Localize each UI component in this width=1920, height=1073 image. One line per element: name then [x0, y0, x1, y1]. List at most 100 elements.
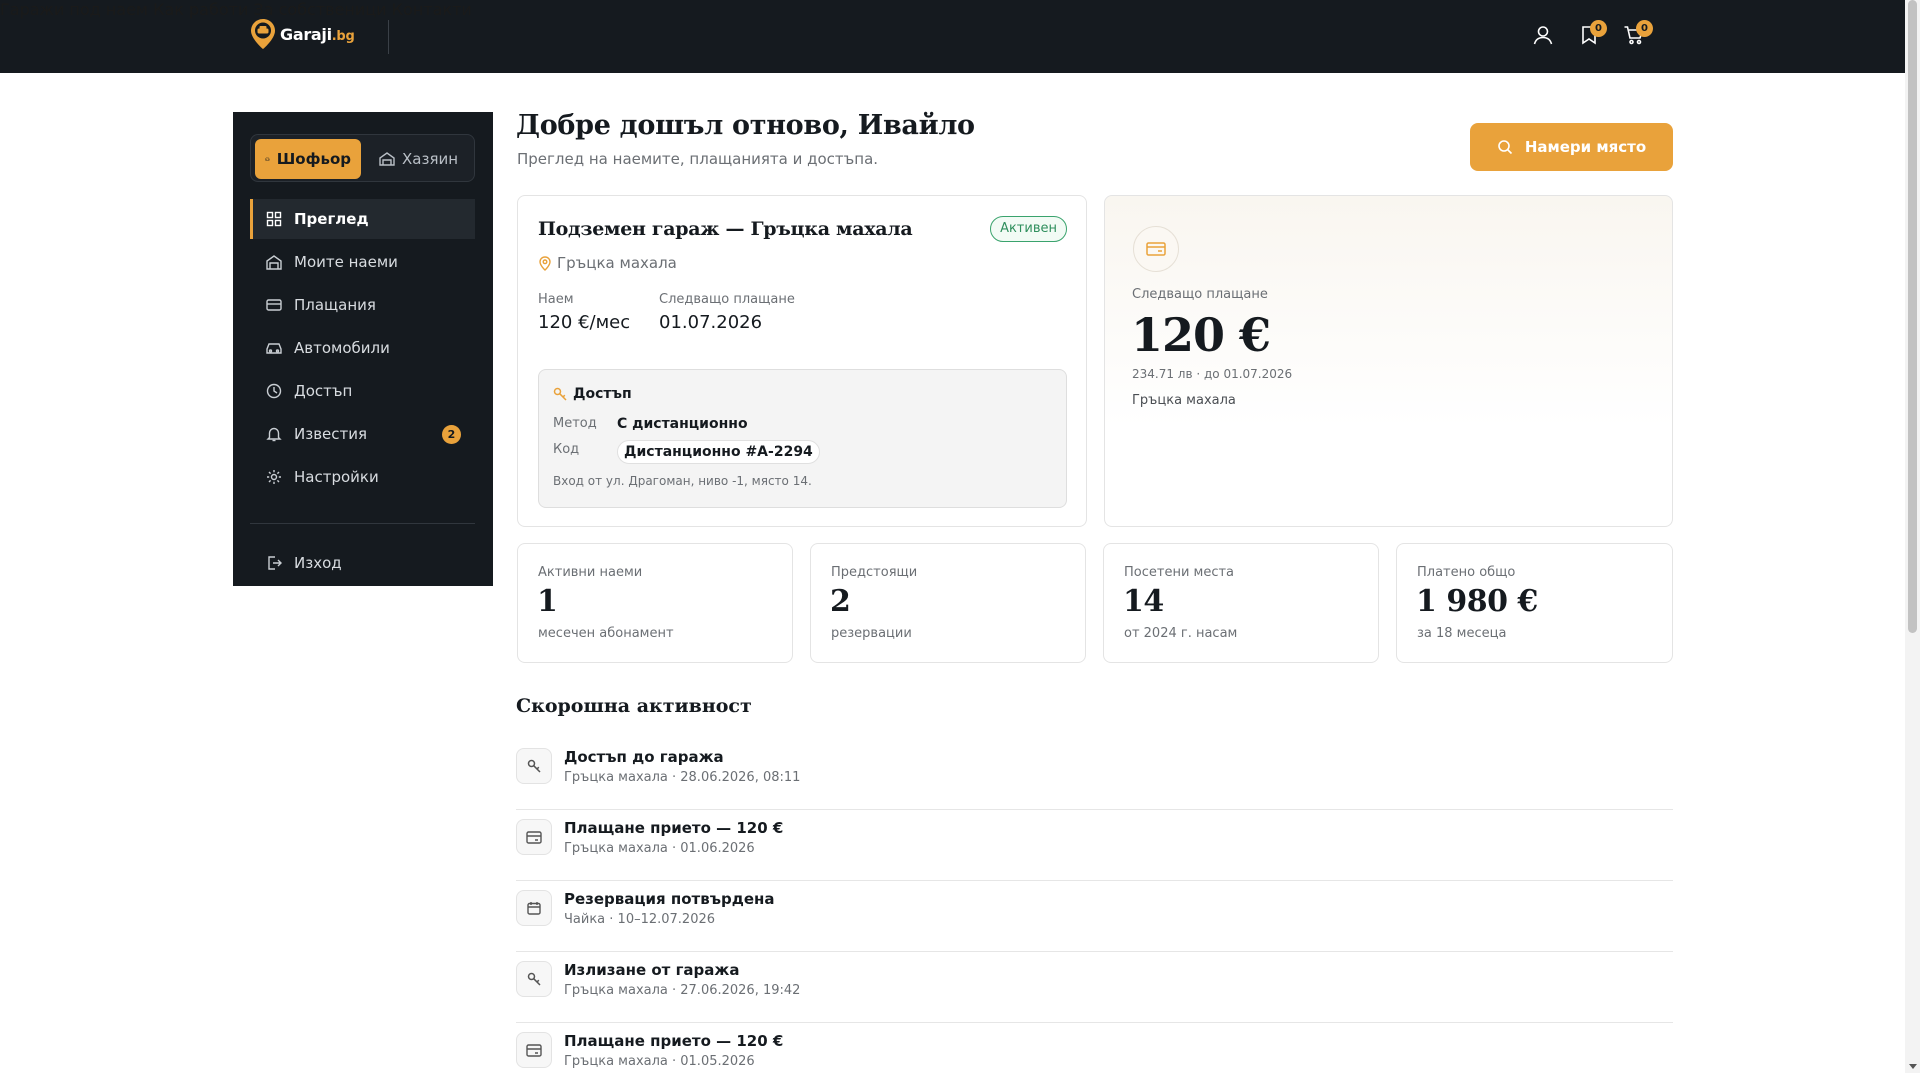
activity-meta: Гръцка махала · 27.06.2026, 19:42 [564, 983, 801, 998]
sidebar-item-label: Плащания [294, 296, 376, 314]
status-badge: Активен [990, 216, 1067, 242]
stat-sub: резервации [831, 626, 912, 641]
activity-meta: Чайка · 10–12.07.2026 [564, 912, 716, 927]
sidebar-item-settings[interactable]: Настройки [250, 457, 475, 497]
role-switch: Шофьор Хазяин [250, 134, 475, 182]
role-owner-button[interactable]: Хазяин [369, 139, 469, 179]
card-icon [1146, 242, 1166, 256]
stat-sub: от 2024 г. насам [1124, 626, 1238, 641]
nav-contacts[interactable]: Контакти [392, 0, 472, 19]
notifications-count-badge: 2 [442, 424, 461, 444]
activity-row[interactable]: Плащане прието — 120 € Гръцка махала · 0… [516, 1023, 1673, 1073]
nav-for-owners[interactable]: За собственици [253, 0, 386, 19]
nav-how-it-works[interactable]: Как работи [153, 0, 248, 19]
activity-meta: Гръцка махала · 01.06.2026 [564, 841, 755, 856]
car-icon [265, 157, 270, 161]
stat-card-visited: Посетени места 14 от 2024 г. насам [1103, 543, 1379, 663]
cart-count-badge: 0 [1636, 20, 1653, 37]
card-icon [526, 830, 542, 844]
logo-text: Garaji.bg [280, 24, 355, 44]
rental-location-label: Гръцка махала [557, 254, 677, 272]
sidebar-item-overview[interactable]: Преглед [250, 199, 475, 239]
sidebar-divider [250, 523, 475, 524]
stat-card-upcoming: Предстоящи 2 резервации [810, 543, 1086, 663]
key-icon [553, 387, 567, 401]
access-code-value: Дистанционно #A-2294 [617, 440, 820, 464]
access-note: Вход от ул. Драгоман, ниво -1, място 14. [553, 474, 812, 488]
rental-title: Подземен гараж — Гръцка махала [538, 218, 913, 240]
search-icon [1498, 140, 1512, 155]
sidebar-item-label: Автомобили [294, 339, 390, 357]
stat-value: 1 [537, 584, 558, 619]
sidebar-item-cars[interactable]: Автомобили [250, 328, 475, 368]
rent-label: Наем [538, 292, 574, 307]
sidebar-item-payments[interactable]: Плащания [250, 285, 475, 325]
logout-label: Изход [294, 554, 342, 572]
card-icon [266, 299, 282, 311]
location-pin-icon [539, 255, 551, 271]
clock-icon [266, 383, 282, 399]
sidebar-item-label: Преглед [294, 210, 369, 228]
sidebar-item-label: Известия [294, 425, 368, 443]
payment-due-info: 234.71 лв · до 01.07.2026 [1132, 367, 1293, 381]
next-payment-card[interactable]: Следващо плащане 120 € 234.71 лв · до 01… [1104, 195, 1673, 527]
bell-icon [266, 427, 282, 442]
access-code-label: Код [553, 442, 580, 457]
card-icon [526, 1043, 542, 1057]
user-icon[interactable] [1532, 24, 1554, 46]
grid-icon [266, 211, 282, 227]
sidebar-item-notifications[interactable]: Известия 2 [250, 414, 475, 454]
page-title: Добре дошъл отново, Ивайло [516, 110, 975, 141]
payment-amount: 120 € [1131, 308, 1271, 362]
access-method-label: Метод [553, 416, 597, 431]
activity-row[interactable]: Резервация потвърдена Чайка · 10–12.07.2… [516, 881, 1673, 952]
rent-value: 120 €/мес [538, 312, 631, 333]
logo[interactable]: Garaji.bg [250, 18, 355, 50]
rental-location: Гръцка махала [539, 254, 677, 272]
sidebar-item-label: Настройки [294, 468, 379, 486]
calendar-icon [527, 902, 541, 915]
nav-rent-garages[interactable]: Гаражи под наем [0, 0, 148, 19]
activity-icon-wrap [516, 748, 552, 784]
gear-icon [267, 470, 281, 484]
find-spot-label: Намери място [1524, 138, 1647, 156]
stat-sub: за 18 месеца [1417, 626, 1507, 641]
scrollbar-thumb[interactable] [1908, 0, 1917, 633]
stat-label: Активни наеми [538, 565, 643, 580]
car-icon [266, 343, 282, 354]
activity-row[interactable]: Излизане от гаража Гръцка махала · 27.06… [516, 952, 1673, 1023]
stat-label: Предстоящи [831, 565, 918, 580]
role-driver-button[interactable]: Шофьор [255, 139, 361, 179]
role-owner-label: Хазяин [402, 150, 459, 168]
favorites-count-badge: 0 [1590, 20, 1607, 37]
role-driver-label: Шофьор [276, 150, 351, 168]
page-subtitle: Преглед на наемите, плащанията и достъпа… [517, 150, 879, 168]
activity-row[interactable]: Достъп до гаража Гръцка махала · 28.06.2… [516, 739, 1673, 810]
activity-title: Скорошна активност [516, 695, 752, 717]
scroll-down-arrow-icon[interactable] [1909, 1064, 1917, 1069]
activity-title-text: Плащане прието — 120 € [564, 1032, 784, 1050]
activity-icon-wrap [516, 961, 552, 997]
sidebar-item-access[interactable]: Достъп [250, 371, 475, 411]
stat-label: Посетени места [1124, 565, 1235, 580]
activity-title-text: Плащане прието — 120 € [564, 819, 784, 837]
next-payment-label: Следващо плащане [659, 292, 795, 307]
key-icon [527, 759, 541, 773]
activity-meta: Гръцка махала · 01.05.2026 [564, 1054, 755, 1069]
activity-icon-wrap [516, 819, 552, 855]
activity-meta: Гръцка махала · 28.06.2026, 08:11 [564, 770, 801, 785]
logo-pin-icon [251, 19, 275, 49]
key-icon [527, 972, 541, 986]
sidebar-logout[interactable]: Изход [250, 543, 475, 583]
page-scrollbar[interactable] [1905, 0, 1920, 1073]
stat-value: 2 [830, 584, 851, 619]
next-payment-value: 01.07.2026 [659, 312, 763, 333]
sidebar-item-label: Достъп [294, 382, 353, 400]
stat-sub: месечен абонамент [538, 626, 674, 641]
sidebar-item-my-rentals[interactable]: Моите наеми [250, 242, 475, 282]
find-spot-button[interactable]: Намери място [1470, 123, 1673, 171]
payment-icon-circle [1133, 226, 1179, 272]
activity-row[interactable]: Плащане прието — 120 € Гръцка махала · 0… [516, 810, 1673, 881]
access-method-value: С дистанционно [617, 416, 748, 432]
active-rental-card[interactable]: Подземен гараж — Гръцка махала Активен Г… [517, 195, 1087, 527]
